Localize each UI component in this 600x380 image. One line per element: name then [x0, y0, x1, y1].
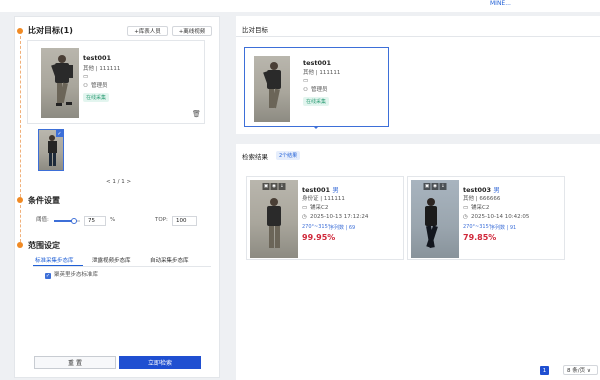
result-seq: 序列数 | 91 [490, 225, 517, 231]
selected-indicator-caret [313, 126, 319, 129]
result-score: 99.95% [302, 233, 336, 242]
person-figure [267, 198, 281, 248]
camera-icon: ▭ [302, 205, 308, 211]
result-photo: ▣ ◉ ↓ [411, 180, 459, 258]
person-figure [51, 55, 73, 106]
result-card[interactable]: ▣ ◉ ↓ test001 男 身份证 | 111111 ▭ 铺采C2 ◷ 20… [246, 176, 404, 260]
threshold-unit: % [110, 217, 116, 223]
result-action-icons: ▣ ◉ ↓ [262, 183, 286, 190]
result-gender: 男 [493, 186, 500, 194]
result-gender: 男 [332, 186, 339, 194]
threshold-input[interactable]: 75 [84, 216, 106, 226]
top-tab-3[interactable]: MINE... [490, 0, 511, 7]
user-icon: ⚇ [83, 83, 88, 89]
tab-auto-gait-library[interactable]: 自动采集步态库 [150, 256, 189, 264]
result-name: test001 男 [302, 184, 339, 194]
download-icon[interactable]: ↓ [439, 183, 447, 190]
step-connector [20, 205, 21, 242]
tab-divider [33, 266, 211, 267]
result-name-text: test001 [302, 186, 331, 194]
locate-icon[interactable]: ◉ [270, 183, 278, 190]
clock-icon: ◷ [463, 214, 468, 220]
result-card[interactable]: ▣ ◉ ↓ test003 男 其他 | 666666 ▭ 铺采C2 ◷ 202… [407, 176, 565, 260]
target-pager[interactable]: < 1 / 1 > [106, 179, 131, 185]
target-name: test001 [83, 54, 112, 62]
folder-icon: ▭ [303, 78, 309, 84]
selected-target-owner: 管理员 [311, 87, 328, 93]
result-name: test003 男 [463, 184, 500, 194]
video-icon[interactable]: ▣ [423, 183, 431, 190]
threshold-label: 阈值: [36, 217, 49, 223]
result-angle: 270°~315° [302, 224, 331, 230]
trash-icon[interactable]: 🗑 [192, 111, 201, 118]
person-figure [425, 198, 438, 249]
result-id-line: 身份证 | 111111 [302, 196, 345, 202]
compare-target-title: 比对目标 [242, 26, 268, 34]
folder-icon: ▭ [83, 74, 89, 80]
locate-icon[interactable]: ◉ [431, 183, 439, 190]
result-location: 铺采C2 [310, 205, 329, 211]
add-library-person-button[interactable]: +库表人员 [127, 26, 168, 36]
selected-target-photo [254, 56, 290, 122]
result-id-line: 其他 | 666666 [463, 196, 501, 202]
download-icon[interactable]: ↓ [278, 183, 286, 190]
target-section-title: 比对目标(1) [28, 26, 73, 35]
range-option-label: 聚英里步态标准库 [54, 272, 99, 278]
target-status-badge: 在线采集 [83, 93, 110, 102]
step-marker-range [17, 242, 23, 248]
search-now-button[interactable]: 立即检索 [119, 356, 201, 369]
target-thumbnail[interactable]: ✓ [38, 129, 64, 171]
result-angle: 270°~315° [463, 224, 492, 230]
panel-divider [236, 36, 600, 37]
tab-leaked-video-gait-library[interactable]: 泄露视频步态库 [92, 256, 131, 264]
person-figure [263, 62, 281, 109]
target-category: 其他 | 111111 [83, 66, 121, 72]
range-section-title: 范围设定 [28, 241, 60, 250]
result-time: 2025-10-14 10:42:05 [471, 214, 530, 220]
selected-target-name: test001 [303, 59, 332, 67]
page-size-select[interactable]: 8 条/页 ∨ [563, 365, 598, 375]
result-name-text: test003 [463, 186, 492, 194]
selected-target-category: 其他 | 111111 [303, 70, 341, 76]
add-offline-video-button[interactable]: +离线视频 [172, 26, 212, 36]
reset-button[interactable]: 重 置 [34, 356, 116, 369]
tab-standard-gait-library[interactable]: 标准采集步态库 [35, 256, 74, 264]
step-marker-conditions [17, 197, 23, 203]
result-action-icons: ▣ ◉ ↓ [423, 183, 447, 190]
result-time: 2025-10-13 17:12:24 [310, 214, 369, 220]
check-icon: ✓ [56, 130, 63, 137]
results-title: 检索结果 [242, 153, 268, 161]
top-input[interactable]: 100 [172, 216, 197, 226]
result-score: 79.85% [463, 233, 497, 242]
target-card[interactable]: test001 其他 | 111111 ▭ ⚇ 管理员 在线采集 🗑 [27, 40, 205, 124]
top-label: TOP: [155, 217, 168, 223]
results-count-badge: 2个结果 [276, 151, 301, 160]
user-icon: ⚇ [303, 87, 308, 93]
threshold-slider-handle[interactable] [70, 218, 77, 224]
target-photo [41, 48, 79, 118]
step-connector [20, 36, 21, 197]
camera-icon: ▭ [463, 205, 469, 211]
range-option-checkbox[interactable]: ✓ [45, 273, 51, 279]
result-location: 铺采C2 [471, 205, 490, 211]
clock-icon: ◷ [302, 214, 307, 220]
selected-target-card[interactable]: test001 其他 | 111111 ▭ ⚇ 管理员 在线采集 [244, 47, 389, 127]
selected-target-status-badge: 在线采集 [303, 97, 330, 106]
step-marker-target [17, 28, 23, 34]
video-icon[interactable]: ▣ [262, 183, 270, 190]
conditions-section-title: 条件设置 [28, 196, 60, 205]
target-owner: 管理员 [91, 83, 108, 89]
page-number-button[interactable]: 1 [540, 366, 549, 375]
result-photo: ▣ ◉ ↓ [250, 180, 298, 258]
result-seq: 序列数 | 69 [329, 225, 356, 231]
